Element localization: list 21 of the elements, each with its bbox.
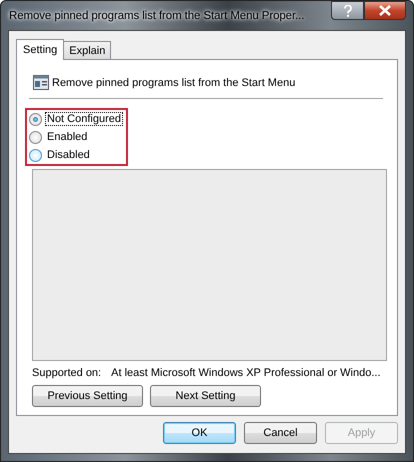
close-icon [379, 5, 391, 16]
close-button[interactable] [364, 1, 406, 20]
radio-button[interactable] [29, 112, 42, 126]
policy-icon [33, 75, 49, 90]
nav-button[interactable]: Next Setting [150, 385, 261, 407]
tab[interactable]: Setting [16, 39, 64, 60]
nav-button[interactable]: Previous Setting [32, 385, 143, 407]
help-button[interactable] [331, 1, 364, 20]
supported-label: Supported on: [32, 367, 102, 379]
dialog-button[interactable]: OK [163, 422, 236, 444]
option-label[interactable]: Enabled [45, 130, 90, 144]
option-label[interactable]: Not Configured [45, 112, 123, 126]
radio-button[interactable] [29, 148, 42, 162]
window-title: Remove pinned programs list from the Start Menu Proper... [8, 10, 304, 22]
radio-button[interactable] [29, 130, 42, 144]
option-label[interactable]: Disabled [45, 148, 92, 162]
policy-title: Remove pinned programs list from the Start Menu [52, 76, 296, 88]
dialog-button[interactable]: Cancel [244, 422, 317, 444]
supported-value: At least Microsoft Windows XP Professional or Windo... [111, 367, 381, 379]
tab[interactable]: Explain [63, 41, 112, 59]
help-icon [344, 4, 352, 16]
